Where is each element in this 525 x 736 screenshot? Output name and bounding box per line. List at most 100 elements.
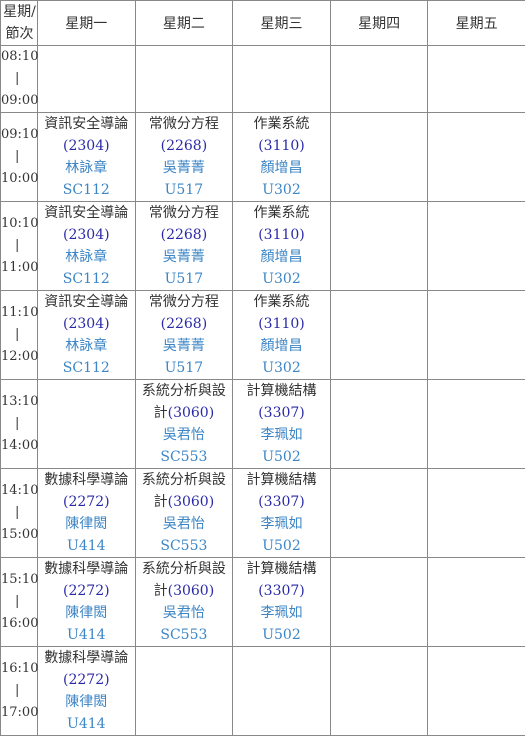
course-code-link[interactable]: (3110) [233, 224, 330, 246]
period-time: 15:10 | 16:00 [1, 558, 38, 647]
course-name: 系統分析與設 [136, 469, 233, 491]
course-slot: 系統分析與設 計(3060) 吳君怡 SC553 [135, 558, 233, 647]
period-end: 14:00 [1, 435, 37, 457]
instructor-link[interactable]: 陳律閎 [38, 602, 135, 624]
instructor-link[interactable]: 吳君怡 [136, 513, 233, 535]
corner-header: 星期/ 節次 [1, 1, 38, 46]
classroom-link[interactable]: U502 [233, 535, 330, 557]
classroom-link[interactable]: SC553 [136, 446, 233, 468]
classroom-link[interactable]: U302 [233, 179, 330, 201]
course-slot: 計算機結構 (3307) 李珮如 U502 [233, 380, 331, 469]
period-end: 12:00 [1, 346, 37, 368]
classroom-link[interactable]: SC112 [38, 357, 135, 379]
course-code-link[interactable]: (3307) [233, 580, 330, 602]
empty-slot [428, 113, 525, 202]
classroom-link[interactable]: U414 [38, 713, 135, 735]
course-code-link[interactable]: (2268) [136, 224, 233, 246]
instructor-link[interactable]: 吳菁菁 [136, 246, 233, 268]
course-name: 系統分析與設 [136, 380, 233, 402]
classroom-link[interactable]: U414 [38, 624, 135, 646]
empty-slot [233, 647, 331, 736]
classroom-link[interactable]: U414 [38, 535, 135, 557]
course-code-link[interactable]: (2268) [136, 135, 233, 157]
period-time: 13:10 | 14:00 [1, 380, 38, 469]
day-header-wed: 星期三 [233, 1, 331, 46]
classroom-link[interactable]: SC112 [38, 268, 135, 290]
empty-slot [330, 469, 428, 558]
instructor-link[interactable]: 吳菁菁 [136, 157, 233, 179]
instructor-link[interactable]: 陳律閎 [38, 691, 135, 713]
period-start: 08:10 [1, 46, 37, 68]
instructor-link[interactable]: 吳君怡 [136, 602, 233, 624]
instructor-link[interactable]: 顏增昌 [233, 246, 330, 268]
instructor-link[interactable]: 陳律閎 [38, 513, 135, 535]
instructor-link[interactable]: 林詠章 [38, 335, 135, 357]
period-end: 11:00 [1, 257, 37, 279]
course-name: 資訊安全導論 [38, 202, 135, 224]
instructor-link[interactable]: 吳君怡 [136, 424, 233, 446]
instructor-link[interactable]: 李珮如 [233, 602, 330, 624]
period-start: 14:10 [1, 480, 37, 502]
corner-period-label: 節次 [1, 23, 37, 45]
course-name: 數據科學導論 [38, 469, 135, 491]
course-code-link[interactable]: (2304) [38, 135, 135, 157]
period-row: 10:10 | 11:00 資訊安全導論 (2304) 林詠章 SC112 常微… [1, 202, 525, 291]
classroom-link[interactable]: U517 [136, 357, 233, 379]
day-header-tue: 星期二 [135, 1, 233, 46]
period-row: 09:10 | 10:00 資訊安全導論 (2304) 林詠章 SC112 常微… [1, 113, 525, 202]
period-separator: | [1, 324, 37, 346]
instructor-link[interactable]: 顏增昌 [233, 157, 330, 179]
empty-slot [428, 380, 525, 469]
period-row: 14:10 | 15:00 數據科學導論 (2272) 陳律閎 U414 系統分… [1, 469, 525, 558]
course-name: 常微分方程 [136, 202, 233, 224]
course-code-link[interactable]: (2268) [136, 313, 233, 335]
classroom-link[interactable]: SC112 [38, 179, 135, 201]
instructor-link[interactable]: 吳菁菁 [136, 335, 233, 357]
course-code-link[interactable]: (2304) [38, 313, 135, 335]
course-code-link[interactable]: (3110) [233, 313, 330, 335]
instructor-link[interactable]: 林詠章 [38, 246, 135, 268]
course-code-link[interactable]: (2272) [38, 669, 135, 691]
classroom-link[interactable]: SC553 [136, 624, 233, 646]
period-separator: | [1, 591, 37, 613]
empty-slot [428, 647, 525, 736]
empty-slot [330, 113, 428, 202]
course-name: 作業系統 [233, 113, 330, 135]
course-slot: 系統分析與設 計(3060) 吳君怡 SC553 [135, 469, 233, 558]
course-slot: 計算機結構 (3307) 李珮如 U502 [233, 469, 331, 558]
empty-slot [428, 291, 525, 380]
course-slot: 常微分方程 (2268) 吳菁菁 U517 [135, 113, 233, 202]
classroom-link[interactable]: SC553 [136, 535, 233, 557]
instructor-link[interactable]: 顏增昌 [233, 335, 330, 357]
classroom-link[interactable]: U302 [233, 268, 330, 290]
course-slot: 作業系統 (3110) 顏增昌 U302 [233, 113, 331, 202]
course-code-link[interactable]: (2272) [38, 491, 135, 513]
course-code-link[interactable]: (3060) [168, 583, 215, 599]
classroom-link[interactable]: U502 [233, 446, 330, 468]
course-name-continued: 計 [154, 405, 168, 421]
instructor-link[interactable]: 李珮如 [233, 424, 330, 446]
classroom-link[interactable]: U517 [136, 179, 233, 201]
instructor-link[interactable]: 李珮如 [233, 513, 330, 535]
course-slot: 數據科學導論 (2272) 陳律閎 U414 [38, 469, 136, 558]
classroom-link[interactable]: U502 [233, 624, 330, 646]
course-slot: 資訊安全導論 (2304) 林詠章 SC112 [38, 113, 136, 202]
course-code-link[interactable]: (2304) [38, 224, 135, 246]
course-code-link[interactable]: (2272) [38, 580, 135, 602]
empty-slot [135, 647, 233, 736]
course-name: 計算機結構 [233, 558, 330, 580]
course-code-link[interactable]: (3307) [233, 491, 330, 513]
course-code-link[interactable]: (3060) [168, 494, 215, 510]
classroom-link[interactable]: U517 [136, 268, 233, 290]
empty-slot [428, 46, 525, 113]
course-slot: 系統分析與設 計(3060) 吳君怡 SC553 [135, 380, 233, 469]
course-name: 計算機結構 [233, 469, 330, 491]
classroom-link[interactable]: U302 [233, 357, 330, 379]
instructor-link[interactable]: 林詠章 [38, 157, 135, 179]
day-header-fri: 星期五 [428, 1, 525, 46]
course-code-link[interactable]: (3307) [233, 402, 330, 424]
course-code-link[interactable]: (3060) [168, 405, 215, 421]
empty-slot [135, 46, 233, 113]
empty-slot [233, 46, 331, 113]
course-code-link[interactable]: (3110) [233, 135, 330, 157]
